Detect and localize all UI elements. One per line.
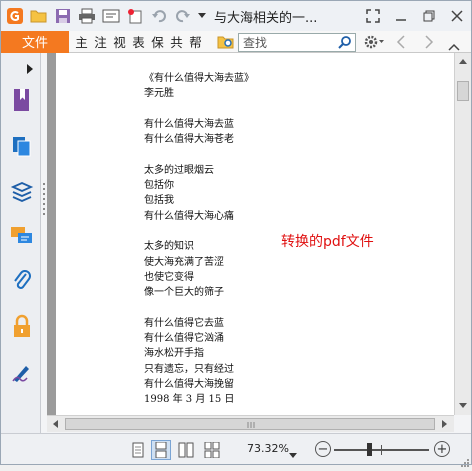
file-menu-tab[interactable]: 文件	[1, 30, 69, 53]
fullscreen-icon[interactable]	[359, 4, 387, 28]
comments-icon[interactable]	[9, 223, 35, 249]
window-controls	[359, 1, 471, 31]
search-icon[interactable]	[338, 35, 353, 50]
menu-form[interactable]: 表	[132, 32, 145, 51]
poem-line: 有什么值得大海苍老	[144, 134, 234, 146]
redo-icon[interactable]	[172, 5, 194, 27]
poem-line: 使大海充满了苦涩	[144, 256, 224, 268]
poem-text: 《有什么值得大海去蓝》 李元胜有什么值得大海去蓝 有什么值得大海苍老 太多的过眼烟云包…	[144, 71, 254, 408]
continuous-facing-view-icon[interactable]	[202, 440, 222, 460]
poem-line: 包括你	[144, 180, 174, 192]
scroll-down-icon[interactable]	[455, 398, 471, 414]
app-logo-icon[interactable]	[4, 5, 26, 27]
print-icon[interactable]	[76, 5, 98, 27]
zoom-out-icon[interactable]: −	[315, 441, 331, 457]
poem-blank-line	[144, 147, 254, 162]
poem-blank-line	[144, 224, 254, 239]
poem-line: 像一个巨大的筛子	[144, 287, 224, 299]
poem-line: 包括我	[144, 195, 174, 207]
vertical-scrollbar[interactable]	[454, 53, 471, 415]
next-arrow-icon[interactable]	[424, 34, 434, 53]
search-field[interactable]: 查找	[238, 33, 356, 52]
resize-grip-icon[interactable]	[459, 452, 469, 467]
expand-panel-icon[interactable]	[26, 59, 36, 74]
bookmark-icon[interactable]	[9, 87, 35, 113]
search-input[interactable]: 查找	[243, 34, 267, 51]
customize-dropdown-icon[interactable]	[196, 5, 208, 27]
menu-protect[interactable]: 保	[151, 32, 164, 51]
poem-line: 有什么值得它汹涌	[144, 333, 224, 345]
menu-home[interactable]: 主	[75, 32, 88, 51]
open-folder-icon[interactable]	[28, 5, 50, 27]
signature-icon[interactable]	[9, 359, 35, 385]
new-document-icon[interactable]	[124, 5, 146, 27]
status-bar: 73.32% − +	[1, 433, 471, 467]
menu-share[interactable]: 共	[170, 32, 183, 51]
find-folder-icon[interactable]	[217, 34, 235, 54]
poem-line: 只有遗忘，只有经过	[144, 363, 234, 375]
poem-blank-line	[144, 102, 254, 117]
minimize-icon[interactable]	[387, 4, 415, 28]
window-title: 与大海相关的一...	[214, 10, 318, 26]
poem-line: 《有什么值得大海去蓝》	[144, 73, 254, 84]
scroll-right-icon[interactable]	[437, 416, 453, 432]
layers-icon[interactable]	[9, 179, 35, 205]
attachment-icon[interactable]	[9, 267, 35, 293]
poem-line: 太多的知识	[144, 241, 194, 253]
pdf-page: 《有什么值得大海去蓝》 李元胜有什么值得大海去蓝 有什么值得大海苍老 太多的过眼烟云包…	[56, 53, 454, 415]
single-page-view-icon[interactable]	[128, 440, 148, 460]
poem-line: 太多的过眼烟云	[144, 164, 214, 176]
facing-view-icon[interactable]	[176, 440, 196, 460]
zoom-dropdown-icon[interactable]	[289, 444, 297, 463]
menu-bar: 文件 主 注 视 表 保 共 帮 查找	[1, 30, 471, 54]
menu-view[interactable]: 视	[113, 32, 126, 51]
poem-line: 有什么值得大海挽留	[144, 378, 234, 390]
zoom-in-icon[interactable]: +	[434, 441, 450, 457]
menu-help[interactable]: 帮	[189, 32, 202, 51]
app-window: 与大海相关的一... 文件 主 注 视 表 保 共 帮 查找 《有什么值得大海去…	[0, 0, 472, 467]
poem-line: 有什么值得它去蓝	[144, 317, 224, 329]
title-bar: 与大海相关的一...	[1, 1, 471, 31]
poem-line: 海水松开手指	[144, 348, 204, 360]
settings-gear-icon[interactable]	[363, 34, 385, 54]
sidebar-splitter[interactable]	[42, 181, 46, 221]
annotation-text: 转换的pdf文件	[281, 234, 374, 250]
properties-icon[interactable]	[100, 5, 122, 27]
prev-arrow-icon[interactable]	[396, 34, 406, 53]
scroll-up-icon[interactable]	[455, 53, 471, 69]
save-icon[interactable]	[52, 5, 74, 27]
poem-blank-line	[144, 300, 254, 315]
poem-line: 有什么值得大海心痛	[144, 210, 234, 222]
zoom-level[interactable]: 73.32%	[247, 442, 289, 455]
restore-icon[interactable]	[415, 4, 443, 28]
vertical-scroll-thumb[interactable]	[457, 81, 469, 101]
continuous-view-icon[interactable]	[151, 440, 171, 460]
poem-line: 也使它变得	[144, 271, 194, 283]
zoom-slider-tick	[381, 445, 382, 455]
security-lock-icon[interactable]	[9, 313, 35, 339]
menu-comment[interactable]: 注	[94, 32, 107, 51]
undo-icon[interactable]	[148, 5, 170, 27]
pages-thumbnail-icon[interactable]	[9, 133, 35, 159]
navigation-sidebar	[1, 53, 41, 433]
horizontal-scrollbar[interactable]	[47, 415, 454, 432]
poem-line: 有什么值得大海去蓝	[144, 118, 234, 130]
zoom-slider-thumb[interactable]	[367, 443, 372, 456]
document-viewport[interactable]: 《有什么值得大海去蓝》 李元胜有什么值得大海去蓝 有什么值得大海苍老 太多的过眼烟云包…	[47, 53, 454, 415]
poem-line: 1998 年 3 月 15 日	[144, 394, 235, 406]
close-icon[interactable]	[443, 4, 471, 28]
scroll-left-icon[interactable]	[47, 416, 63, 432]
poem-line: 李元胜	[144, 88, 174, 100]
horizontal-scroll-thumb[interactable]	[65, 418, 435, 430]
